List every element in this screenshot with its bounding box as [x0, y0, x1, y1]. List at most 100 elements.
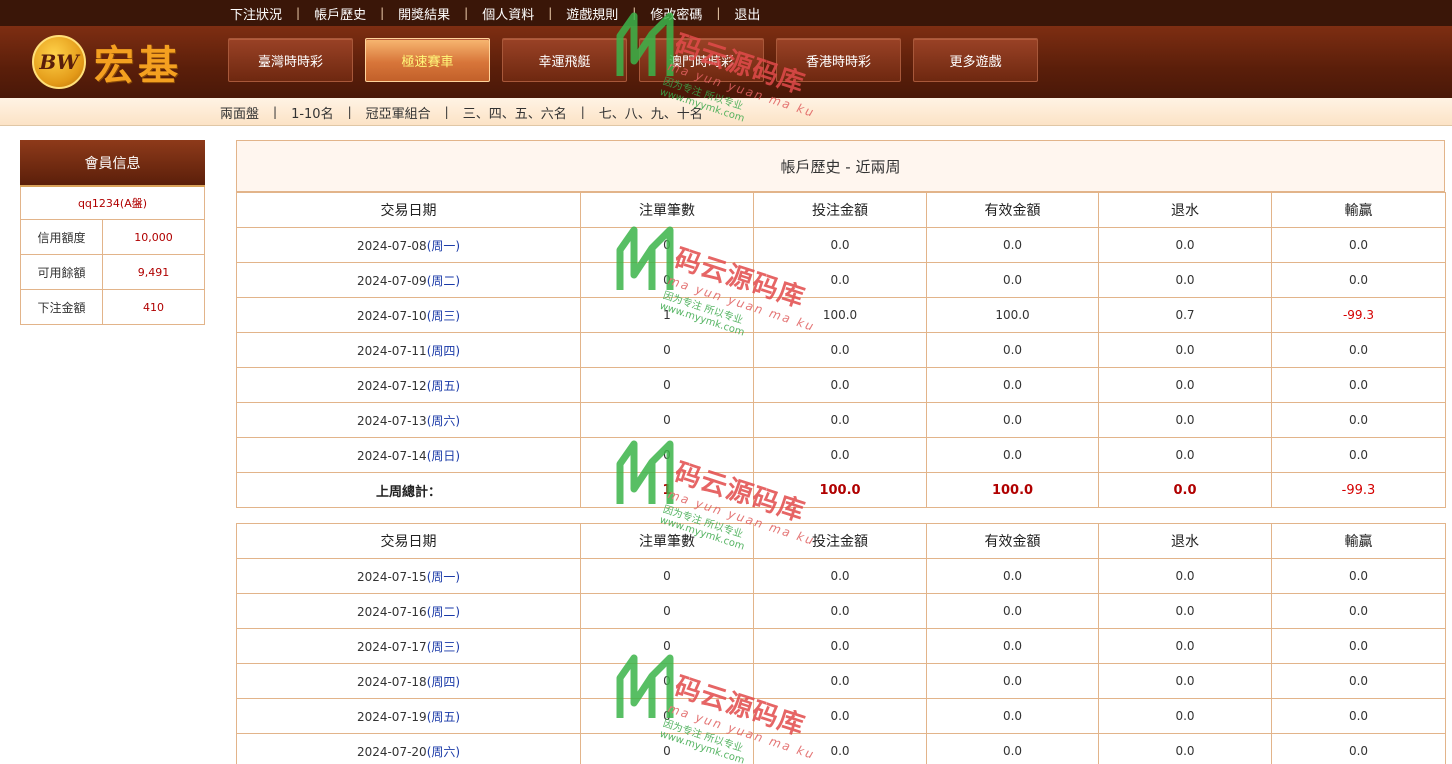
- top-link-3[interactable]: 個人資料: [482, 4, 534, 23]
- date-cell: 2024-07-20(周六): [236, 733, 581, 764]
- win-cell: 0.0: [1271, 593, 1446, 629]
- table-row: 2024-07-19(周五) 0 0.0 0.0 0.0 0.0: [236, 698, 1446, 734]
- date-text: 2024-07-12: [356, 378, 427, 393]
- member-info-panel: 會員信息 qq1234(A盤) 信用額度 10,000 可用餘額 9,491 下注金額 4…: [20, 140, 205, 325]
- weekday-link[interactable]: (周五): [427, 379, 460, 393]
- top-link-0[interactable]: 下注狀況: [230, 4, 282, 23]
- sub-nav-item-0[interactable]: 兩面盤: [220, 103, 259, 122]
- rebate-cell: 0.0: [1098, 227, 1272, 263]
- valid-cell: 0.0: [926, 367, 1099, 403]
- win-cell: 0.0: [1271, 367, 1446, 403]
- column-header-2: 投注金額: [753, 192, 927, 228]
- weekday-link[interactable]: (周一): [427, 239, 460, 253]
- win-cell: 0.0: [1271, 402, 1446, 438]
- rebate-cell: 0.0: [1098, 628, 1272, 664]
- history-table-week2: 交易日期 注單筆數 投注金額 有效金額 退水 輸贏 2024-07-15(周一) 0 0.0 0…: [236, 523, 1446, 764]
- top-link-5[interactable]: 修改密碼: [650, 4, 702, 23]
- date-text: 2024-07-08: [356, 238, 427, 253]
- win-cell: 0.0: [1271, 437, 1446, 473]
- valid-cell: 0.0: [926, 402, 1099, 438]
- win-cell: 0.0: [1271, 262, 1446, 298]
- date-cell: 2024-07-16(周二): [236, 593, 581, 629]
- member-info-key: 信用額度: [21, 220, 103, 254]
- game-tab-5[interactable]: 更多遊戲: [913, 38, 1038, 82]
- table-row: 2024-07-17(周三) 0 0.0 0.0 0.0 0.0: [236, 628, 1446, 664]
- sub-nav-item-4[interactable]: 七、八、九、十名: [599, 103, 703, 122]
- total-valid-cell: 100.0: [926, 472, 1099, 508]
- top-link-6[interactable]: 退出: [734, 4, 760, 23]
- rebate-cell: 0.0: [1098, 402, 1272, 438]
- column-header-5: 輸贏: [1271, 192, 1446, 228]
- rebate-cell: 0.0: [1098, 663, 1272, 699]
- win-cell: 0.0: [1271, 733, 1446, 764]
- sub-nav-item-2[interactable]: 冠亞軍組合: [366, 103, 431, 122]
- game-tab-4[interactable]: 香港時時彩: [776, 38, 901, 82]
- sub-nav-item-3[interactable]: 三、四、五、六名: [463, 103, 567, 122]
- weekday-link[interactable]: (周日): [427, 449, 460, 463]
- separator: |: [716, 6, 721, 20]
- date-text: 2024-07-16: [356, 604, 427, 619]
- count-cell: 0: [580, 628, 754, 664]
- game-tab-2[interactable]: 幸運飛艇: [502, 38, 627, 82]
- table-header: 交易日期 注單筆數 投注金額 有效金額 退水 輸贏: [236, 192, 1446, 228]
- bet-cell: 0.0: [753, 227, 927, 263]
- top-link-4[interactable]: 遊戲規則: [566, 4, 618, 23]
- top-link-1[interactable]: 帳戶歷史: [314, 4, 366, 23]
- bet-cell: 0.0: [753, 733, 927, 764]
- count-cell: 0: [580, 558, 754, 594]
- win-cell: 0.0: [1271, 227, 1446, 263]
- weekday-link[interactable]: (周五): [427, 710, 460, 724]
- table-row: 2024-07-11(周四) 0 0.0 0.0 0.0 0.0: [236, 332, 1446, 368]
- rebate-cell: 0.0: [1098, 367, 1272, 403]
- separator: |: [380, 6, 385, 20]
- weekday-link[interactable]: (周六): [427, 414, 460, 428]
- separator: |: [296, 6, 301, 20]
- game-tab-3[interactable]: 澳門時時彩: [639, 38, 764, 82]
- column-header-2: 投注金額: [753, 523, 927, 559]
- member-info-row: 下注金額 410: [20, 290, 205, 325]
- top-link-2[interactable]: 開獎結果: [398, 4, 450, 23]
- top-links: 下注狀況 | 帳戶歷史 | 開獎結果 | 個人資料 | 遊戲規則 | 修改密碼 | 退出: [230, 0, 760, 26]
- bet-cell: 0.0: [753, 262, 927, 298]
- table-row: 2024-07-14(周日) 0 0.0 0.0 0.0 0.0: [236, 437, 1446, 473]
- date-cell: 2024-07-11(周四): [236, 332, 581, 368]
- weekday-link[interactable]: (周二): [427, 274, 460, 288]
- date-text: 2024-07-18: [356, 674, 427, 689]
- game-tab-0[interactable]: 臺灣時時彩: [228, 38, 353, 82]
- table-row: 2024-07-09(周二) 0 0.0 0.0 0.0 0.0: [236, 262, 1446, 298]
- column-header-1: 注單筆數: [580, 523, 754, 559]
- sub-nav-items: 兩面盤 | 1-10名 | 冠亞軍組合 | 三、四、五、六名 | 七、八、九、十名: [220, 98, 703, 126]
- table-row: 2024-07-10(周三) 1 100.0 100.0 0.7 -99.3: [236, 297, 1446, 333]
- rebate-cell: 0.0: [1098, 733, 1272, 764]
- sub-nav-item-1[interactable]: 1-10名: [291, 103, 334, 122]
- date-text: 2024-07-15: [356, 569, 427, 584]
- date-cell: 2024-07-13(周六): [236, 402, 581, 438]
- valid-cell: 0.0: [926, 593, 1099, 629]
- weekday-link[interactable]: (周四): [427, 675, 460, 689]
- date-cell: 2024-07-08(周一): [236, 227, 581, 263]
- rebate-cell: 0.0: [1098, 698, 1272, 734]
- date-cell: 2024-07-12(周五): [236, 367, 581, 403]
- win-cell: 0.0: [1271, 698, 1446, 734]
- weekday-link[interactable]: (周四): [427, 344, 460, 358]
- table-row: 2024-07-15(周一) 0 0.0 0.0 0.0 0.0: [236, 558, 1446, 594]
- weekday-link[interactable]: (周一): [427, 570, 460, 584]
- rebate-cell: 0.0: [1098, 332, 1272, 368]
- weekday-link[interactable]: (周二): [427, 605, 460, 619]
- separator: |: [632, 6, 637, 20]
- rebate-cell: 0.0: [1098, 558, 1272, 594]
- member-info-value: 410: [143, 300, 164, 314]
- weekday-link[interactable]: (周三): [427, 640, 460, 654]
- column-header-0: 交易日期: [236, 523, 581, 559]
- valid-cell: 100.0: [926, 297, 1099, 333]
- weekday-link[interactable]: (周三): [427, 309, 460, 323]
- count-cell: 0: [580, 227, 754, 263]
- game-tab-1[interactable]: 極速賽車: [365, 38, 490, 82]
- count-cell: 0: [580, 402, 754, 438]
- weekday-link[interactable]: (周六): [427, 745, 460, 759]
- total-rebate-cell: 0.0: [1098, 472, 1272, 508]
- date-text: 2024-07-17: [356, 639, 427, 654]
- total-bet-cell: 100.0: [753, 472, 927, 508]
- column-header-5: 輸贏: [1271, 523, 1446, 559]
- logo-name: 宏基: [94, 42, 182, 89]
